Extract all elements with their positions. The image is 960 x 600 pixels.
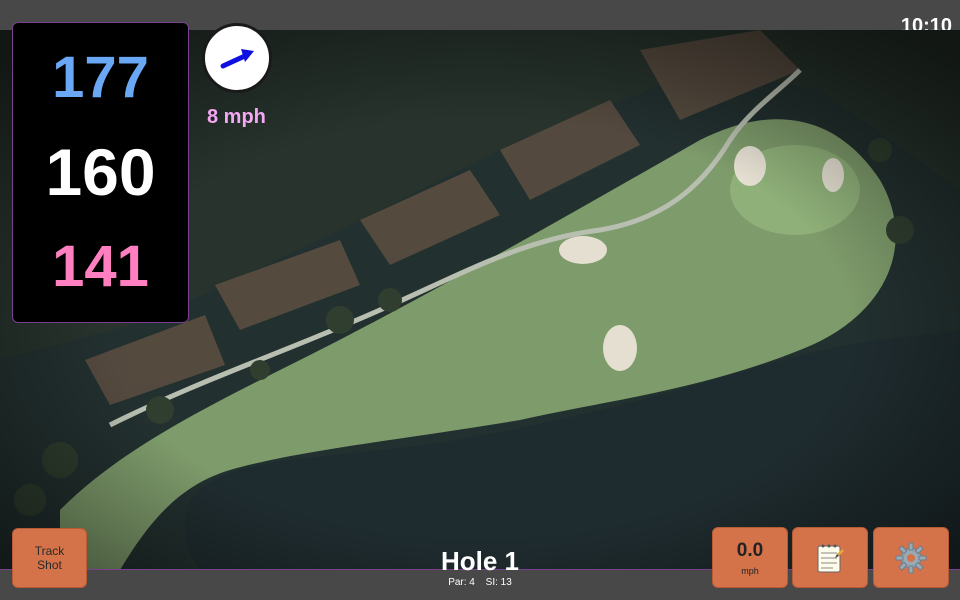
speed-value: 0.0 — [736, 539, 764, 561]
hole-meta: Par: 4 SI: 13 — [380, 577, 580, 588]
hole-stroke-index: SI: 13 — [485, 577, 512, 588]
track-shot-label-line2: Shot — [37, 558, 62, 572]
distance-front: 141 — [52, 233, 149, 299]
gear-icon — [895, 542, 927, 573]
distance-back: 177 — [52, 45, 149, 111]
track-shot-button[interactable]: Track Shot — [12, 528, 87, 588]
distance-middle: 160 — [45, 135, 156, 210]
notes-button[interactable] — [792, 527, 868, 588]
hole-info: Hole 1 Par: 4 SI: 13 — [380, 548, 580, 588]
settings-button[interactable] — [873, 527, 949, 588]
hole-title: Hole 1 — [440, 546, 520, 576]
distance-panel: 177 160 141 — [12, 22, 189, 323]
notepad-icon — [817, 544, 844, 572]
speed-unit: mph — [741, 565, 759, 576]
hole-par: Par: 4 — [448, 577, 475, 588]
speed-button[interactable]: 0.0 mph — [712, 527, 788, 588]
wind-direction-dial — [202, 23, 272, 93]
wind-speed: 8 mph — [207, 106, 266, 128]
track-shot-label-line1: Track — [34, 544, 65, 558]
wind-arrow-icon — [220, 49, 254, 69]
